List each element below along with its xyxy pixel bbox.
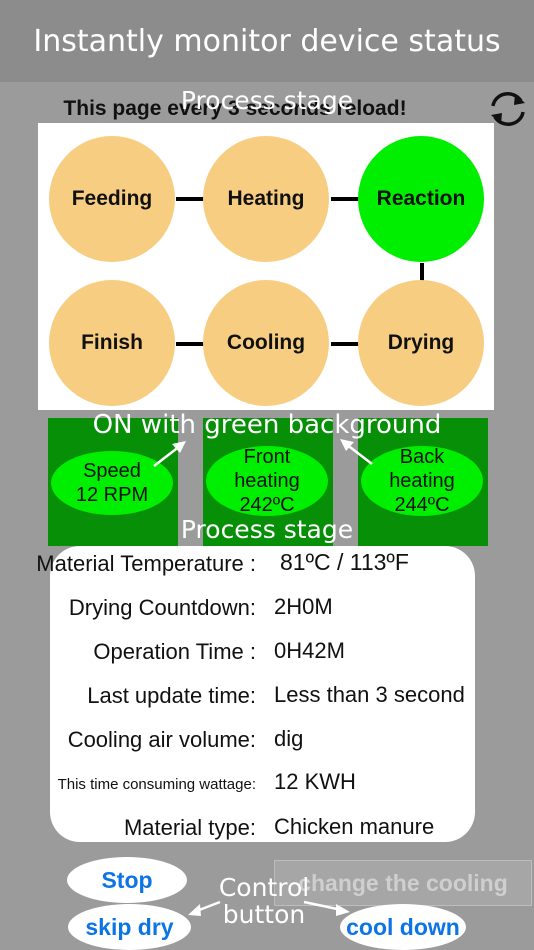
front-heating-value: 242ºC [239,494,295,516]
process-stage-annotation: Process stage [180,515,354,544]
stage-connector [176,342,204,346]
stage-label: Cooling [226,331,306,354]
stage-label: Finish [81,331,143,354]
stage-cooling: Cooling [203,280,329,406]
stage-connector [331,197,359,201]
skip-dry-button[interactable]: skip dry [68,904,191,950]
stage-finish: Finish [49,280,175,406]
back-heating-value: 244ºC [394,494,450,516]
info-value: dig [274,726,304,751]
stage-heating: Heating [203,136,329,262]
stage-connector [176,197,204,201]
control-button-annotation: Control button [218,873,310,929]
info-value: Less than 3 second [274,682,465,707]
page-title: Instantly monitor device status [33,24,501,59]
speed-label: Speed [83,460,141,482]
back-heating-indicator: Back heating 244ºC [361,446,483,516]
on-hint-annotation: ON with green background [92,410,442,440]
stage-connector [420,263,424,281]
back-heating-label: Back heating [389,446,455,492]
info-value: Chicken manure [274,814,435,839]
info-label: Operation Time : [93,639,256,664]
stop-button[interactable]: Stop [67,857,187,903]
front-heating-indicator: Front heating 242ºC [206,446,328,516]
stage-label: Drying [387,331,455,354]
hint-arrow-icon [340,439,373,465]
cool-down-button[interactable]: cool down [340,904,466,950]
speed-value: 12 RPM [75,484,149,506]
info-value: 2H0M [274,594,333,619]
info-label: Material type: [123,815,256,840]
stage-connector [331,342,359,346]
hint-arrow-icon [153,441,186,467]
front-heating-label: Front heating [234,446,300,492]
info-label: Last update time: [87,683,256,708]
stage-label: Feeding [71,187,153,210]
info-label: Material Temperature : [36,551,256,576]
info-label: Drying Countdown: [68,595,256,620]
info-label: This time consuming wattage: [57,776,256,793]
info-value: 12 KWH [274,769,356,794]
stage-label: Reaction [376,187,466,210]
stage-reaction: Reaction [358,136,484,262]
info-label: Cooling air volume: [67,727,256,752]
stage-label: Heating [227,187,305,210]
info-value: 0H42M [274,638,345,663]
info-value: 81ºC / 113ºF [280,549,409,575]
process-stage-annotation: Process stage [180,86,354,115]
stage-drying: Drying [358,280,484,406]
stage-feeding: Feeding [49,136,175,262]
